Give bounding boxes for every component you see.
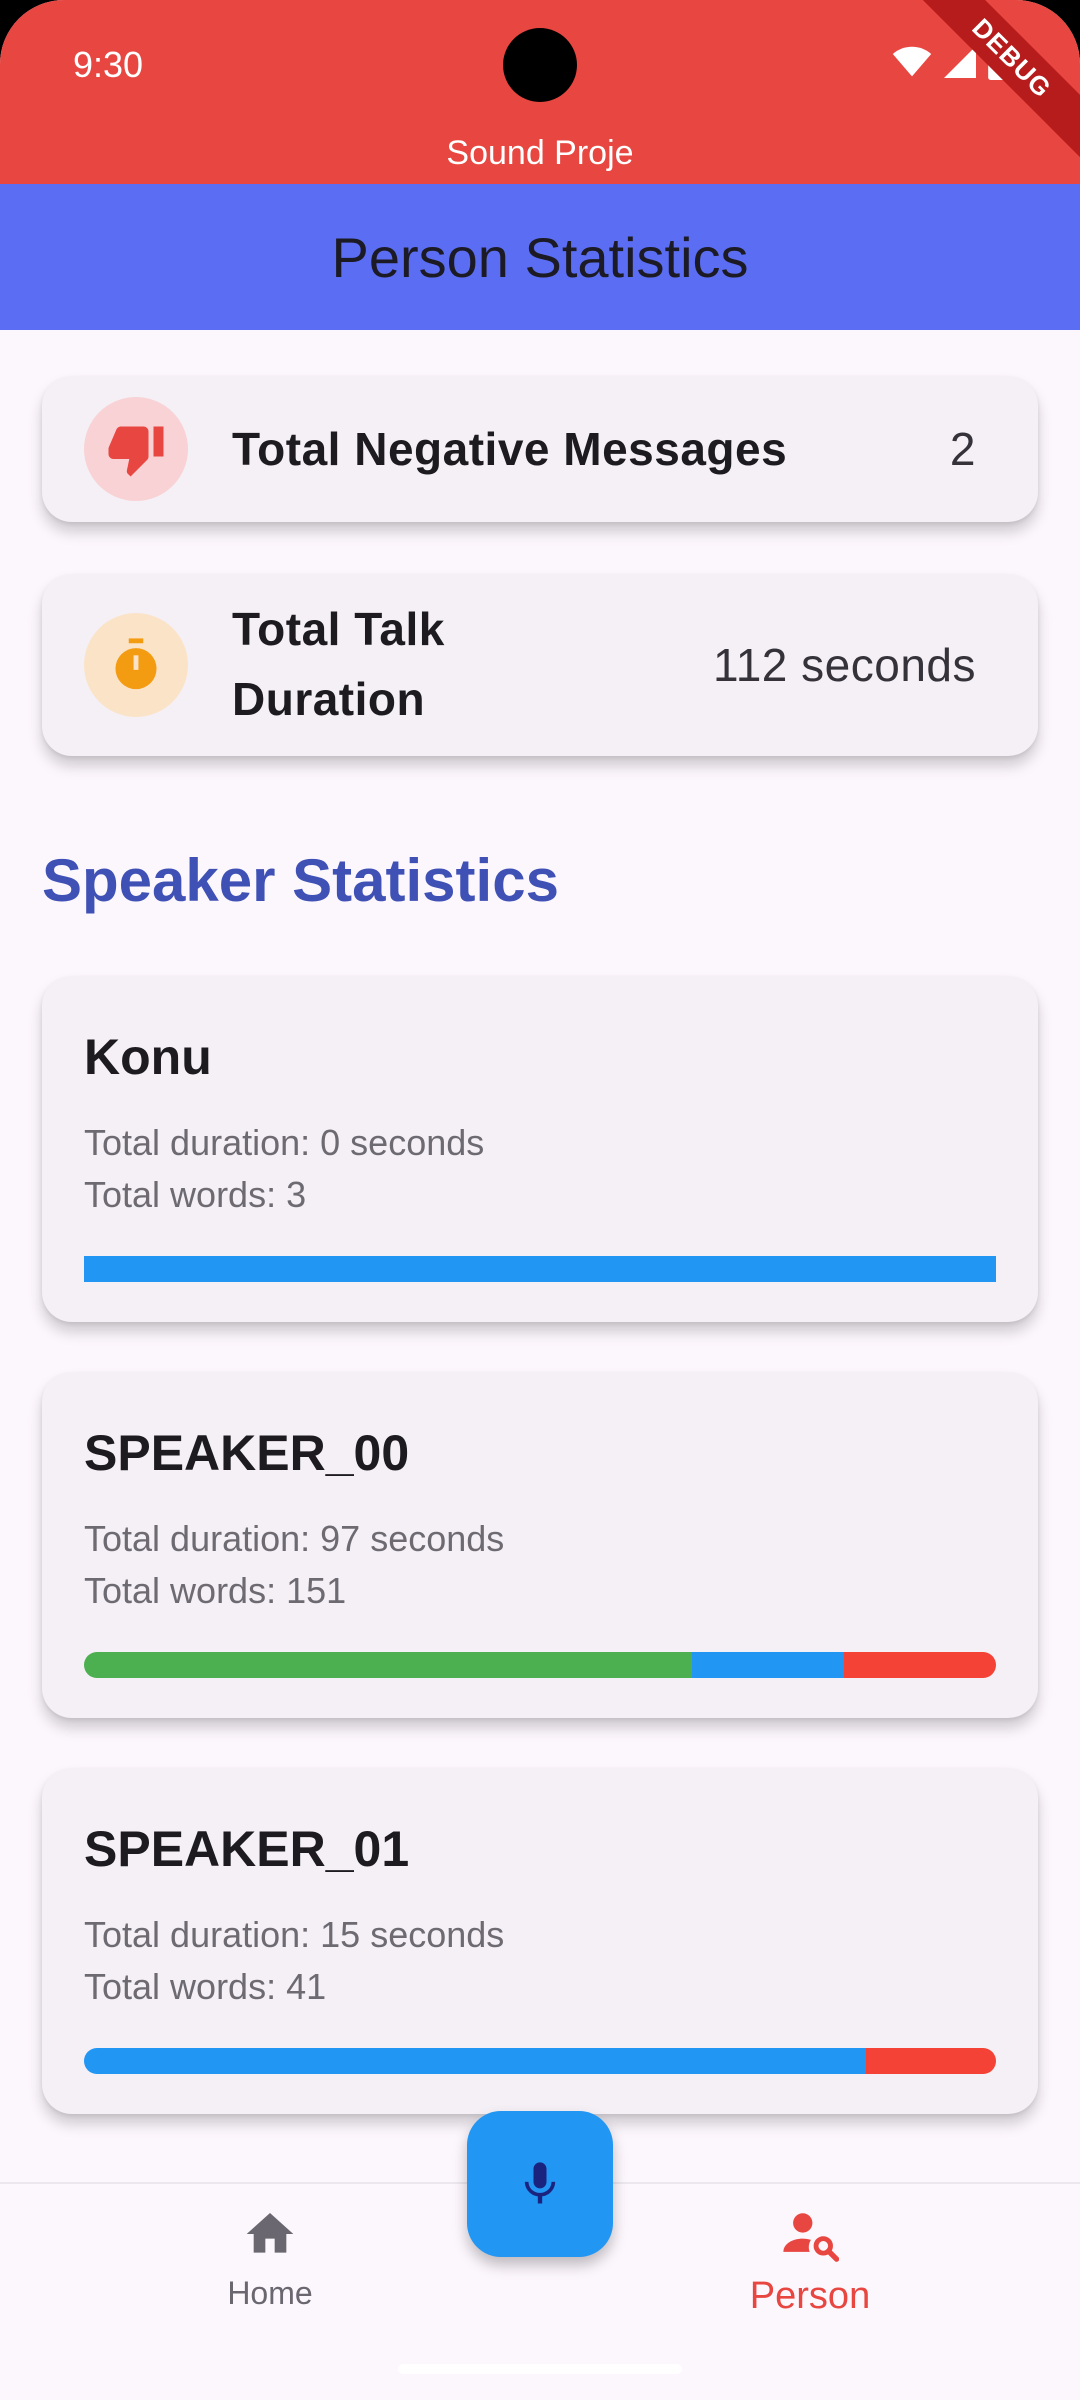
speaker-words: Total words: 41 bbox=[84, 1966, 327, 2007]
sentiment-bar bbox=[84, 2048, 996, 2074]
sentiment-segment-positive bbox=[84, 1652, 693, 1678]
sentiment-segment-neutral bbox=[692, 1652, 844, 1678]
talk-duration-value: 112 seconds bbox=[713, 639, 976, 691]
negative-icon-badge bbox=[84, 397, 188, 501]
negative-messages-label: Total Negative Messages bbox=[232, 423, 788, 475]
timer-icon bbox=[115, 638, 157, 690]
nav-item-person[interactable]: Person bbox=[660, 2206, 960, 2318]
home-icon bbox=[246, 2213, 294, 2253]
signal-icon bbox=[944, 46, 976, 78]
status-bar: 9:30 DEBUG Sound Proje bbox=[0, 0, 1080, 184]
sentiment-segment-neutral bbox=[84, 2048, 866, 2074]
talk-duration-label-line2: Duration bbox=[232, 673, 426, 725]
sentiment-bar bbox=[84, 1652, 996, 1678]
speaker-duration: Total duration: 97 seconds bbox=[84, 1518, 505, 1559]
speaker-statistics-title: Speaker Statistics bbox=[42, 847, 559, 914]
speaker-words: Total words: 151 bbox=[84, 1570, 347, 1611]
app-bar: Person Statistics bbox=[0, 184, 1080, 330]
negative-messages-card: Total Negative Messages 2 bbox=[42, 376, 1038, 522]
wifi-icon bbox=[892, 46, 932, 77]
person-search-icon bbox=[783, 2213, 840, 2262]
nav-item-home[interactable]: Home bbox=[120, 2206, 420, 2312]
talk-duration-card: Total Talk Duration 112 seconds bbox=[42, 574, 1038, 756]
page-title: Person Statistics bbox=[331, 225, 749, 289]
sentiment-segment-neutral bbox=[84, 1256, 996, 1282]
mic-icon bbox=[524, 2162, 556, 2204]
thumb-down-icon bbox=[108, 426, 164, 477]
sentiment-bar bbox=[84, 1256, 996, 1282]
speaker-name: Konu bbox=[84, 1029, 212, 1085]
speaker-card: Konu Total duration: 0 seconds Total wor… bbox=[42, 976, 1038, 1322]
record-fab-button[interactable] bbox=[467, 2111, 613, 2257]
speaker-duration: Total duration: 0 seconds bbox=[84, 1122, 485, 1163]
status-time: 9:30 bbox=[73, 44, 144, 85]
negative-messages-value: 2 bbox=[949, 423, 976, 475]
speaker-name: SPEAKER_01 bbox=[84, 1821, 410, 1877]
talk-duration-label-line1: Total Talk bbox=[232, 603, 445, 655]
gesture-handle bbox=[398, 2364, 682, 2374]
speaker-words: Total words: 3 bbox=[84, 1174, 307, 1215]
speaker-card: SPEAKER_00 Total duration: 97 seconds To… bbox=[42, 1372, 1038, 1718]
speaker-duration: Total duration: 15 seconds bbox=[84, 1914, 505, 1955]
app-name-label: Sound Proje bbox=[446, 134, 634, 172]
speaker-name: SPEAKER_00 bbox=[84, 1425, 410, 1481]
sentiment-segment-negative bbox=[843, 1652, 996, 1678]
nav-label-person: Person bbox=[749, 2275, 871, 2317]
speaker-card: SPEAKER_01 Total duration: 15 seconds To… bbox=[42, 1768, 1038, 2114]
screen: 9:30 DEBUG Sound Proje Person Statistics… bbox=[0, 0, 1080, 2400]
timer-icon-badge bbox=[84, 613, 188, 717]
nav-label-home: Home bbox=[227, 2275, 313, 2311]
camera-cutout bbox=[503, 28, 577, 102]
sentiment-segment-negative bbox=[865, 2048, 996, 2074]
talk-duration-label: Total Talk Duration bbox=[232, 594, 445, 734]
